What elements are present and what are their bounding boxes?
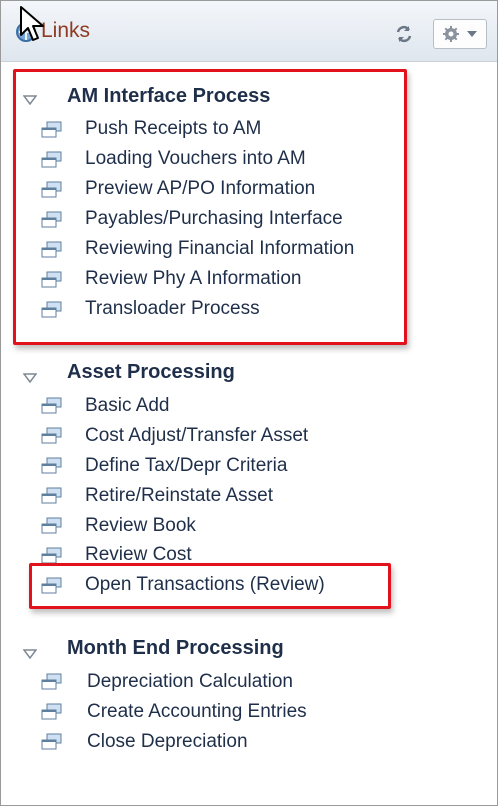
link-cost-adjust-transfer-asset[interactable]: Cost Adjust/Transfer Asset: [85, 425, 308, 447]
refresh-icon[interactable]: [393, 23, 415, 45]
link-close-depreciation[interactable]: Close Depreciation: [87, 731, 248, 753]
portal-link-icon: [41, 733, 62, 750]
link-basic-add[interactable]: Basic Add: [85, 395, 170, 417]
link-review-book[interactable]: Review Book: [85, 515, 196, 537]
chevron-down-icon: [467, 31, 477, 37]
portal-link-icon: [41, 673, 62, 690]
section-title-asset-processing[interactable]: Asset Processing: [67, 361, 235, 384]
links-pagelet: Links AM Interface Process Push Receipts…: [0, 0, 498, 806]
section-title-month-end-processing[interactable]: Month End Processing: [67, 637, 284, 660]
gear-icon: [443, 26, 459, 42]
portal-link-icon: [41, 487, 62, 504]
highlight-box-am-interface: [13, 69, 407, 345]
triangle-down-icon[interactable]: [23, 373, 37, 383]
link-depreciation-calculation[interactable]: Depreciation Calculation: [87, 671, 293, 693]
mouse-cursor-icon: [20, 6, 44, 41]
portal-link-icon: [41, 457, 62, 474]
portal-link-icon: [41, 517, 62, 534]
portal-link-icon: [41, 703, 62, 720]
link-define-tax-depr-criteria[interactable]: Define Tax/Depr Criteria: [85, 455, 287, 477]
highlight-box-open-transactions: [29, 563, 391, 609]
link-create-accounting-entries[interactable]: Create Accounting Entries: [87, 701, 307, 723]
settings-button[interactable]: [433, 19, 487, 49]
pagelet-header: Links: [1, 1, 497, 62]
portal-link-icon: [41, 397, 62, 414]
portal-link-icon: [41, 427, 62, 444]
triangle-down-icon[interactable]: [23, 649, 37, 659]
link-retire-reinstate-asset[interactable]: Retire/Reinstate Asset: [85, 485, 273, 507]
